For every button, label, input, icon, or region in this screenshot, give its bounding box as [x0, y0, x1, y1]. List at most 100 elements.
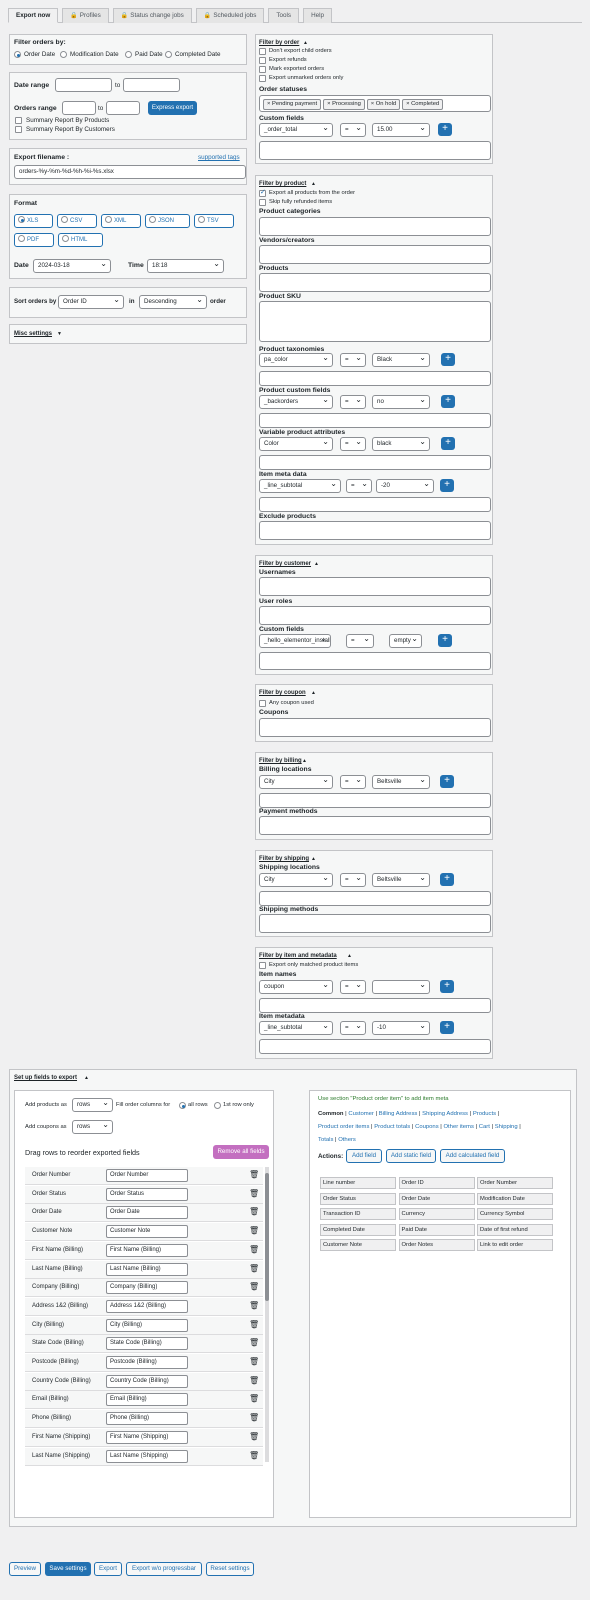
add-field-button[interactable]: Add field: [346, 1149, 382, 1163]
link-other-items[interactable]: Other items: [443, 1124, 473, 1130]
link-customer[interactable]: Customer: [348, 1111, 374, 1117]
field-row[interactable]: Last Name (Shipping) Last Name (Shipping)…: [25, 1447, 263, 1466]
status-tag[interactable]: × Processing: [323, 99, 365, 110]
date-from-input[interactable]: [55, 78, 112, 92]
field-row[interactable]: City (Billing) City (Billing) 🗑: [25, 1316, 263, 1335]
trash-icon[interactable]: 🗑: [249, 1226, 259, 1235]
field-row[interactable]: Phone (Billing) Phone (Billing) 🗑: [25, 1410, 263, 1429]
item-name-select[interactable]: coupon: [259, 980, 333, 994]
operator-select[interactable]: =: [340, 775, 366, 789]
trash-icon[interactable]: 🗑: [249, 1320, 259, 1329]
field-label-input[interactable]: Company (Billing): [106, 1281, 188, 1295]
all-rows-radio[interactable]: [179, 1102, 186, 1109]
operator-select[interactable]: =: [340, 395, 366, 409]
tab-status-change-jobs[interactable]: 🔒 Status change jobs: [112, 8, 192, 23]
link-cart[interactable]: Cart: [479, 1124, 490, 1130]
field-label-input[interactable]: Last Name (Shipping): [106, 1449, 188, 1463]
preview-button[interactable]: Preview: [9, 1562, 41, 1576]
field-row[interactable]: First Name (Shipping) First Name (Shippin…: [25, 1428, 263, 1447]
summary-products-checkbox[interactable]: [15, 117, 22, 124]
filter-by-shipping-toggle[interactable]: Filter by shipping: [259, 856, 309, 862]
xls-radio[interactable]: [18, 216, 25, 223]
pcf-area[interactable]: [259, 413, 491, 428]
field-row[interactable]: Customer Note Customer Note 🗑: [25, 1223, 263, 1242]
field-row[interactable]: Order Number Order Number 🗑: [25, 1167, 263, 1185]
field-row[interactable]: Order Status Order Status 🗑: [25, 1185, 263, 1204]
link-coupons[interactable]: Coupons: [415, 1124, 439, 1130]
orders-from-input[interactable]: [62, 101, 96, 115]
mark-exported-checkbox[interactable]: [259, 66, 266, 73]
link-product-order-items[interactable]: Product order items: [318, 1124, 369, 1130]
taxonomy-select[interactable]: pa_color: [259, 353, 333, 367]
available-field[interactable]: Transaction ID: [320, 1208, 396, 1220]
sort-direction-select[interactable]: Descending: [139, 295, 207, 309]
trash-icon[interactable]: 🗑: [249, 1413, 259, 1422]
link-totals[interactable]: Totals: [318, 1137, 333, 1143]
completed-date-radio[interactable]: [165, 51, 172, 58]
format-html[interactable]: HTML: [58, 233, 103, 247]
shipping-field-select[interactable]: City: [259, 873, 333, 887]
vendors-input[interactable]: [259, 245, 491, 264]
save-settings-button[interactable]: Save settings: [45, 1562, 91, 1576]
value-select[interactable]: -10: [372, 1021, 430, 1035]
customer-field-select[interactable]: _hello_elementor_install: [259, 634, 331, 648]
shipping-methods-input[interactable]: [259, 914, 491, 933]
value-select[interactable]: empty: [389, 634, 422, 648]
operator-select[interactable]: =: [340, 980, 366, 994]
product-categories-input[interactable]: [259, 217, 491, 236]
available-field[interactable]: Modification Date: [477, 1192, 553, 1205]
pdf-radio[interactable]: [18, 235, 25, 242]
export-all-products-checkbox[interactable]: [259, 188, 266, 197]
imd-select[interactable]: _line_subtotal: [259, 479, 341, 493]
field-label-input[interactable]: Order Number: [106, 1169, 188, 1182]
value-select[interactable]: Beltsville: [372, 873, 430, 887]
field-label-input[interactable]: City (Billing): [106, 1318, 188, 1332]
trash-icon[interactable]: 🗑: [249, 1301, 259, 1310]
tab-help[interactable]: Help: [303, 8, 333, 23]
value-select[interactable]: 15.00: [372, 123, 430, 137]
field-label-input[interactable]: Address 1&2 (Billing): [106, 1299, 188, 1313]
trash-icon[interactable]: 🗑: [249, 1376, 259, 1385]
operator-select[interactable]: =: [346, 634, 374, 648]
operator-select[interactable]: =: [340, 353, 366, 367]
trash-icon[interactable]: 🗑: [249, 1282, 259, 1291]
trash-icon[interactable]: 🗑: [249, 1264, 259, 1273]
field-label-input[interactable]: Postcode (Billing): [106, 1356, 188, 1369]
trash-icon[interactable]: 🗑: [249, 1394, 259, 1403]
field-row[interactable]: Company (Billing) Company (Billing) 🗑: [25, 1279, 263, 1298]
setup-fields-toggle[interactable]: Set up fields to export: [14, 1075, 77, 1081]
format-xls[interactable]: XLS: [14, 214, 53, 228]
tsv-radio[interactable]: [198, 216, 205, 223]
field-label-input[interactable]: Last Name (Billing): [106, 1262, 188, 1276]
products-input[interactable]: [259, 273, 491, 292]
available-field[interactable]: Order Date: [398, 1192, 475, 1205]
skip-refunded-checkbox[interactable]: [259, 199, 266, 206]
field-row[interactable]: Address 1&2 (Billing) Address 1&2 (Billin…: [25, 1297, 263, 1316]
available-field[interactable]: Order Status: [320, 1192, 396, 1205]
billing-area[interactable]: [259, 793, 491, 808]
available-field[interactable]: Paid Date: [398, 1223, 475, 1236]
json-radio[interactable]: [149, 216, 156, 223]
value-select[interactable]: Beltsville: [372, 775, 430, 789]
user-roles-input[interactable]: [259, 606, 491, 625]
status-tag[interactable]: × Completed: [402, 99, 444, 110]
add-coupons-select[interactable]: rows: [72, 1120, 113, 1134]
export-no-progressbar-button[interactable]: Export w/o progressbar: [126, 1562, 202, 1576]
filter-by-item-toggle[interactable]: Filter by item and metadata: [259, 953, 337, 959]
custom-fields-area[interactable]: [259, 141, 491, 160]
order-statuses-input[interactable]: × Pending payment × Processing × On hold × …: [259, 95, 491, 112]
taxonomies-area[interactable]: [259, 371, 491, 386]
trash-icon[interactable]: 🗑: [249, 1357, 259, 1366]
date-to-input[interactable]: [123, 78, 180, 92]
filter-by-coupon-toggle[interactable]: Filter by coupon: [259, 690, 306, 696]
trash-icon[interactable]: 🗑: [249, 1432, 259, 1441]
add-shipping-button[interactable]: +: [440, 873, 454, 886]
filter-by-billing-toggle[interactable]: Filter by billing: [259, 758, 302, 764]
trash-icon[interactable]: 🗑: [249, 1245, 259, 1254]
trash-icon[interactable]: 🗑: [249, 1451, 259, 1460]
available-field[interactable]: Customer Note: [320, 1239, 396, 1251]
value-select[interactable]: Black: [372, 353, 430, 367]
add-products-select[interactable]: rows: [72, 1098, 113, 1112]
usernames-input[interactable]: [259, 577, 491, 596]
any-coupon-checkbox[interactable]: [259, 700, 266, 707]
